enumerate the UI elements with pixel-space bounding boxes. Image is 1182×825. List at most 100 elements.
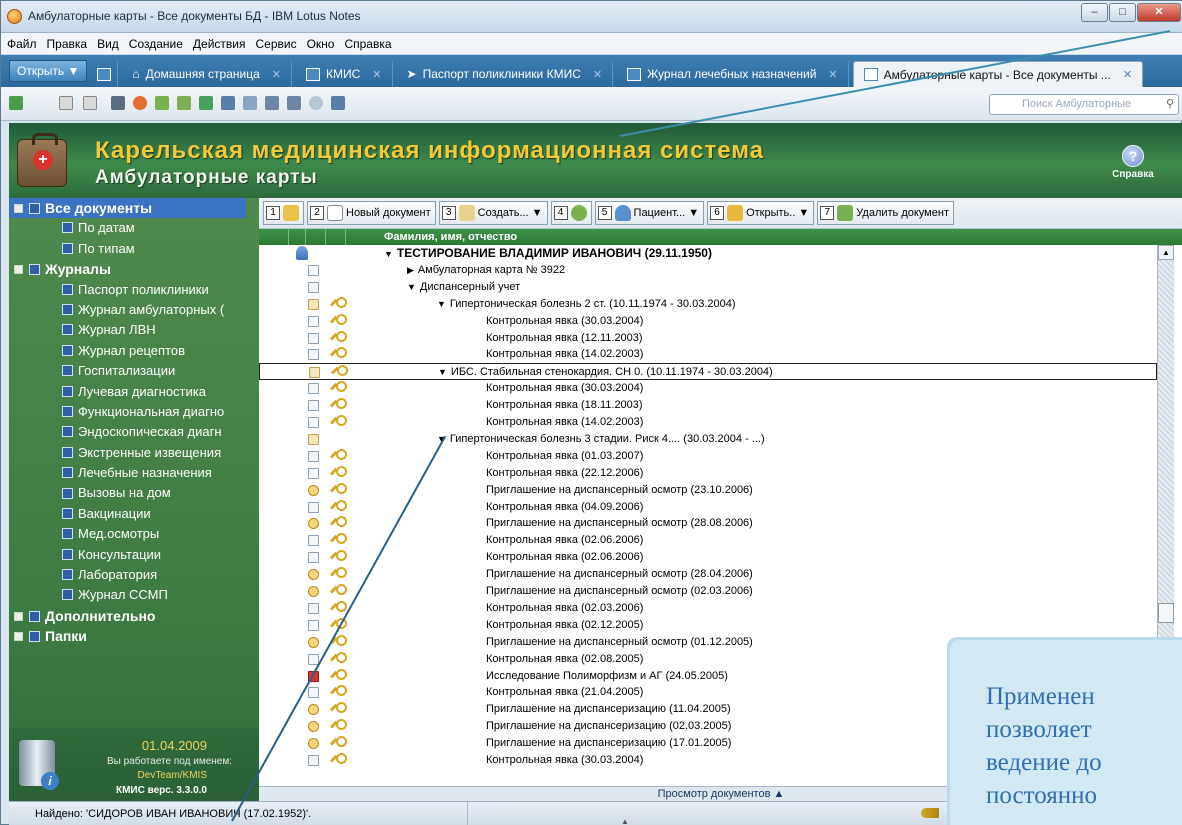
document-row[interactable]: Приглашение на диспансерный осмотр (02.0…	[259, 583, 1157, 600]
line-icon[interactable]	[221, 96, 235, 110]
view-icon[interactable]	[243, 96, 257, 110]
document-row[interactable]: Контрольная явка (02.12.2005)	[259, 617, 1157, 634]
menu-window[interactable]: Окно	[307, 37, 335, 51]
menu-create[interactable]: Создание	[129, 37, 183, 51]
close-icon[interactable]: ✕	[372, 68, 381, 81]
nav-journal-item[interactable]: Вызовы на дом	[9, 483, 259, 503]
document-row[interactable]: Приглашение на диспансерный осмотр (23.1…	[259, 482, 1157, 499]
stop-icon[interactable]	[133, 96, 147, 110]
tab-journal[interactable]: Журнал лечебных назначений ✕	[617, 61, 849, 87]
document-row[interactable]: ▼ Диспансерный учет	[259, 279, 1157, 296]
nav-additional[interactable]: Дополнительно	[9, 606, 259, 626]
nav-journal-item[interactable]: Вакцинации	[9, 504, 259, 524]
document-row[interactable]: ▼ ИБС. Стабильная стенокардия. СН 0. (10.…	[259, 363, 1157, 381]
nav-by-type[interactable]: По типам	[9, 239, 259, 259]
expanded-arrow-icon[interactable]: ▼	[438, 367, 447, 377]
edit-action-button[interactable]: 1	[263, 201, 304, 225]
close-icon[interactable]: ✕	[1123, 68, 1132, 81]
column-name-label[interactable]: Фамилия, имя, отчество	[384, 229, 517, 245]
tab-home[interactable]: ⌂ Домашняя страница ✕	[122, 61, 292, 87]
document-row[interactable]: Контрольная явка (14.02.2003)	[259, 414, 1157, 431]
menu-tools[interactable]: Сервис	[255, 37, 296, 51]
scroll-up-arrow-icon[interactable]: ▲	[1158, 245, 1174, 260]
nav-journal-item[interactable]: Журнал амбулаторных (	[9, 300, 259, 320]
nav-journal-item[interactable]: Лечебные назначения	[9, 463, 259, 483]
nav-journal-item[interactable]: Лучевая диагностика	[9, 382, 259, 402]
expand-icon[interactable]	[14, 632, 23, 641]
close-icon[interactable]: ✕	[593, 68, 602, 81]
copy-icon[interactable]	[83, 96, 97, 110]
column-divider[interactable]	[306, 229, 326, 245]
nav-journal-item[interactable]: Консультации	[9, 545, 259, 565]
patient-row[interactable]: ▼ ТЕСТИРОВАНИЕ ВЛАДИМИР ИВАНОВИЧ (29.11.1…	[259, 245, 1157, 262]
arrow-icon[interactable]	[155, 96, 169, 110]
nav-journal-item[interactable]: Журнал рецептов	[9, 341, 259, 361]
document-row[interactable]: ▼Гипертоническая болезнь 3 стадии. Риск …	[259, 431, 1157, 448]
close-icon[interactable]: ✕	[272, 68, 281, 81]
document-row[interactable]: Контрольная явка (02.06.2006)	[259, 549, 1157, 566]
document-row[interactable]: Контрольная явка (30.03.2004)	[259, 313, 1157, 330]
document-row[interactable]: ▶ Амбулаторная карта № 3922	[259, 262, 1157, 279]
view-icon[interactable]	[331, 96, 345, 110]
open-button[interactable]: Открыть ▼	[9, 60, 88, 82]
collapsed-arrow-icon[interactable]: ▶	[407, 265, 414, 275]
menu-edit[interactable]: Правка	[47, 37, 88, 51]
minimize-button[interactable]: –	[1081, 3, 1108, 22]
document-row[interactable]: Контрольная явка (12.11.2003)	[259, 330, 1157, 347]
document-row[interactable]: Контрольная явка (30.03.2004)	[259, 380, 1157, 397]
close-icon[interactable]: ✕	[828, 68, 837, 81]
document-row[interactable]: Приглашение на диспансерный осмотр (28.0…	[259, 566, 1157, 583]
print-icon[interactable]	[111, 96, 125, 110]
column-divider[interactable]	[289, 229, 306, 245]
tab-workspace-icon[interactable]	[91, 61, 119, 87]
refresh-action-button[interactable]: 4	[550, 201, 592, 225]
document-row[interactable]: Контрольная явка (22.12.2006)	[259, 465, 1157, 482]
column-divider[interactable]	[326, 229, 346, 245]
document-row[interactable]: Контрольная явка (04.09.2006)	[259, 499, 1157, 516]
new-document-button[interactable]: 2 Новый документ	[307, 201, 436, 225]
nav-journal-item[interactable]: Мед.осмотры	[9, 524, 259, 544]
arrow-icon[interactable]	[177, 96, 191, 110]
menu-actions[interactable]: Действия	[193, 37, 246, 51]
delete-document-button[interactable]: 7 Удалить документ	[817, 201, 954, 225]
nav-folders[interactable]: Папки	[9, 626, 259, 646]
expand-icon[interactable]	[14, 611, 23, 621]
nav-journals[interactable]: Журналы	[9, 259, 259, 279]
scroll-thumb[interactable]	[1158, 603, 1174, 623]
document-row[interactable]: ▼ Гипертоническая болезнь 2 ст. (10.11.19…	[259, 296, 1157, 313]
search-input[interactable]: Поиск Амбулаторные ⚲	[989, 94, 1179, 115]
document-row[interactable]: Контрольная явка (02.03.2006)	[259, 600, 1157, 617]
collapse-icon[interactable]	[14, 203, 23, 213]
refresh-icon[interactable]	[309, 96, 323, 110]
tab-kmis[interactable]: КМИС ✕	[296, 61, 393, 87]
new-icon[interactable]	[59, 96, 73, 110]
document-row[interactable]: Контрольная явка (18.11.2003)	[259, 397, 1157, 414]
column-divider[interactable]	[259, 229, 289, 245]
save-icon[interactable]	[9, 96, 23, 110]
collapse-icon[interactable]	[14, 264, 23, 274]
close-button[interactable]: ✕	[1137, 3, 1181, 22]
nav-journal-item[interactable]: Лаборатория	[9, 565, 259, 585]
binoculars-icon[interactable]	[265, 96, 279, 110]
nav-journal-item[interactable]: Эндоскопическая диагн	[9, 422, 259, 442]
open-action-button[interactable]: 6 Открыть.. ▼	[707, 201, 815, 225]
create-button[interactable]: 3 Создать... ▼	[438, 201, 548, 225]
document-row[interactable]: Контрольная явка (01.03.2007)	[259, 448, 1157, 465]
expanded-arrow-icon[interactable]: ▼	[407, 282, 416, 292]
menu-view[interactable]: Вид	[97, 37, 119, 51]
nav-by-date[interactable]: По датам	[9, 218, 259, 238]
document-row[interactable]: Контрольная явка (14.02.2003)	[259, 346, 1157, 363]
nav-journal-item[interactable]: Экстренные извещения	[9, 443, 259, 463]
nav-journal-item[interactable]: Журнал ССМП	[9, 585, 259, 605]
expanded-arrow-icon[interactable]: ▼	[437, 299, 446, 309]
patient-button[interactable]: 5 Пациент... ▼	[594, 201, 705, 225]
nav-journal-item[interactable]: Паспорт поликлиники	[9, 280, 259, 300]
arrow-icon[interactable]	[199, 96, 213, 110]
nav-journal-item[interactable]: Госпитализации	[9, 361, 259, 381]
menu-file[interactable]: Файл	[7, 37, 37, 51]
nav-all-documents[interactable]: Все документы	[9, 198, 246, 219]
document-row[interactable]: Контрольная явка (02.06.2006)	[259, 532, 1157, 549]
help-button[interactable]: ? Справка	[1111, 145, 1155, 180]
tab-passport[interactable]: ➤ Паспорт поликлиники КМИС ✕	[397, 61, 614, 87]
maximize-button[interactable]: □	[1109, 3, 1136, 22]
